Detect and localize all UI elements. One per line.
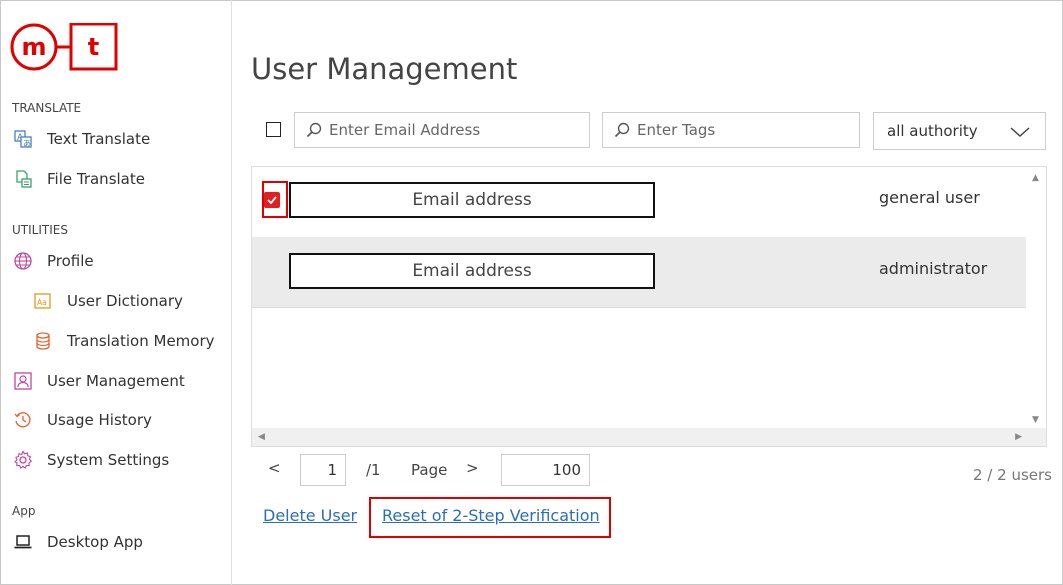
main-content: User Management Enter Email Address Ente… — [232, 0, 1063, 585]
reset-2fa-link[interactable]: Reset of 2-Step Verification — [382, 506, 600, 525]
svg-text:Aa: Aa — [37, 298, 47, 307]
scroll-right-icon[interactable]: ▶ — [1015, 432, 1022, 442]
sidebar-item-usage-history[interactable]: Usage History — [13, 410, 152, 430]
svg-text:あ: あ — [23, 139, 31, 148]
sidebar-item-label: Translation Memory — [67, 332, 215, 350]
sidebar-item-user-dictionary[interactable]: Aa User Dictionary — [33, 291, 183, 311]
scroll-left-icon[interactable]: ◀ — [258, 432, 265, 442]
user-email: Email address — [289, 182, 655, 218]
authority-select-value: all authority — [887, 122, 978, 140]
search-icon — [306, 122, 322, 138]
user-role: general user — [879, 188, 980, 207]
section-app: App — [12, 504, 36, 518]
sidebar-item-file-translate[interactable]: File Translate — [13, 169, 145, 189]
sidebar-item-desktop-app[interactable]: Desktop App — [13, 532, 143, 552]
mt-logo: m t — [10, 23, 118, 71]
scroll-down-icon[interactable]: ▼ — [1032, 415, 1039, 425]
section-translate: TRANSLATE — [12, 101, 82, 115]
prev-page-button[interactable]: < — [268, 459, 281, 477]
user-email: Email address — [289, 253, 655, 289]
select-all-checkbox[interactable] — [266, 122, 281, 137]
authority-select[interactable]: all authority — [873, 112, 1046, 150]
sidebar-item-label: Text Translate — [47, 130, 151, 148]
sidebar-item-user-management[interactable]: User Management — [13, 371, 185, 391]
user-table: Email address general user Email address… — [251, 166, 1047, 447]
page-title: User Management — [251, 52, 518, 86]
logo-m: m — [21, 33, 46, 61]
globe-icon — [13, 251, 33, 271]
per-page-input[interactable]: 100 — [501, 454, 590, 486]
sidebar-item-label: User Management — [47, 372, 185, 390]
vertical-scrollbar[interactable]: ▲ ▼ — [1026, 167, 1046, 429]
sidebar-item-label: Desktop App — [47, 533, 143, 551]
sidebar-item-label: User Dictionary — [67, 292, 183, 310]
search-icon — [614, 122, 630, 138]
checkbox-highlight — [262, 181, 288, 218]
sidebar-item-profile[interactable]: Profile — [13, 251, 94, 271]
tags-search-placeholder: Enter Tags — [637, 121, 716, 139]
sidebar: m t TRANSLATE Aあ Text Translate File Tra… — [0, 0, 232, 585]
table-row[interactable]: Email address general user — [252, 167, 1026, 238]
sidebar-item-label: System Settings — [47, 451, 170, 469]
total-pages: /1 — [366, 461, 381, 479]
next-page-button[interactable]: > — [466, 459, 479, 477]
logo-t: t — [88, 33, 99, 61]
sidebar-item-label: Usage History — [47, 411, 152, 429]
email-search-placeholder: Enter Email Address — [329, 121, 481, 139]
page-number-input[interactable]: 1 — [300, 454, 346, 486]
sidebar-item-system-settings[interactable]: System Settings — [13, 450, 169, 470]
history-icon — [13, 410, 33, 430]
database-icon — [33, 331, 53, 351]
table-row[interactable]: Email address administrator — [252, 237, 1026, 308]
sidebar-item-label: File Translate — [47, 170, 145, 188]
sidebar-item-translation-memory[interactable]: Translation Memory — [33, 331, 215, 351]
dictionary-icon: Aa — [33, 291, 53, 311]
horizontal-scrollbar[interactable]: ◀ ▶ — [252, 428, 1046, 446]
sidebar-item-label: Profile — [47, 252, 94, 270]
delete-user-link[interactable]: Delete User — [263, 506, 357, 525]
sidebar-item-text-translate[interactable]: Aあ Text Translate — [13, 129, 150, 149]
chevron-down-icon — [1010, 127, 1030, 138]
section-utilities: UTILITIES — [12, 223, 68, 237]
scroll-up-icon[interactable]: ▲ — [1032, 173, 1039, 183]
user-role: administrator — [879, 259, 988, 278]
email-search-input[interactable]: Enter Email Address — [294, 112, 590, 148]
gear-icon — [13, 450, 33, 470]
page-label: Page — [411, 461, 448, 479]
user-count: 2 / 2 users — [973, 466, 1052, 484]
tags-search-input[interactable]: Enter Tags — [602, 112, 860, 148]
laptop-icon — [13, 532, 33, 552]
file-translate-icon — [13, 169, 33, 189]
user-icon — [13, 371, 33, 391]
text-translate-icon: Aあ — [13, 129, 33, 149]
